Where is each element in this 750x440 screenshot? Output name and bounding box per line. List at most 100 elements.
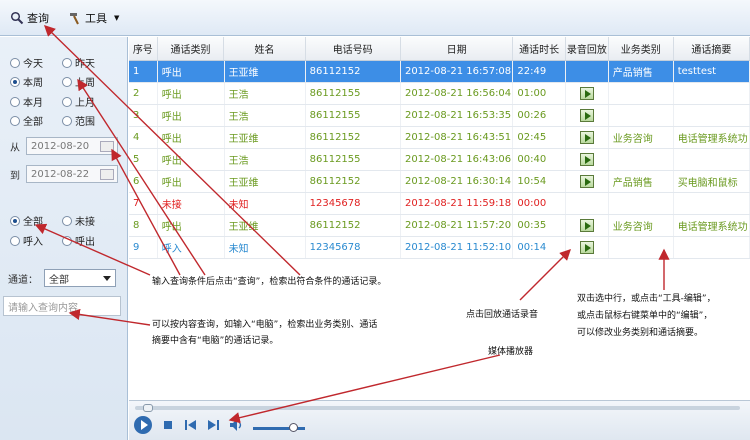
play-icon[interactable] <box>133 415 153 435</box>
call-type-cell: 呼出 <box>158 83 225 104</box>
annotation-edit-line1: 双击选中行，或点击“工具-编辑”， <box>577 294 716 304</box>
date-cell: 2012-08-21 16:57:08 <box>401 61 514 82</box>
calendar-icon[interactable] <box>100 141 114 152</box>
col-playback[interactable]: 录音回放 <box>566 37 609 60</box>
range-last-week-radio[interactable]: 上周 <box>62 74 95 89</box>
play-recording-icon[interactable] <box>579 153 594 166</box>
play-recording-icon[interactable] <box>579 87 594 100</box>
range-this-week-radio[interactable]: 本周 <box>10 74 43 89</box>
col-duration[interactable]: 通话时长 <box>513 37 566 60</box>
name-cell: 王浩 <box>225 105 306 126</box>
col-biz[interactable]: 业务类别 <box>609 37 674 60</box>
query-label: 查询 <box>27 12 49 25</box>
tools-menu-button[interactable]: 工具 ▼ <box>68 8 119 28</box>
toolbar: 查询 工具 ▼ <box>0 0 750 36</box>
stop-icon[interactable] <box>163 420 173 430</box>
play-recording-icon[interactable] <box>579 175 594 188</box>
search-input[interactable]: 请输入查询内容 <box>3 296 121 316</box>
table-row[interactable]: 8 呼出 王亚维 86112152 2012-08-21 11:57:20 00:35 业务… <box>129 215 750 237</box>
col-summary[interactable]: 通话摘要 <box>674 37 750 60</box>
next-icon[interactable] <box>207 420 219 430</box>
to-date-input[interactable]: 2012-08-22 <box>26 165 118 183</box>
date-cell: 2012-08-21 16:30:14 <box>401 171 514 192</box>
table-row[interactable]: 6 呼出 王亚维 86112152 2012-08-21 16:30:14 10:54 产品… <box>129 171 750 193</box>
call-type-cell: 呼出 <box>158 61 225 82</box>
radio-dot <box>10 57 20 68</box>
table-row[interactable]: 9 呼入 未知 12345678 2012-08-21 11:52:10 00:14 <box>129 237 750 259</box>
duration-cell: 00:00 <box>513 193 566 214</box>
annotation-search-line2: 摘要中含有“电脑”的通话记录。 <box>152 336 279 346</box>
play-recording-icon[interactable] <box>579 131 594 144</box>
calendar-icon[interactable] <box>100 169 114 180</box>
from-date-value: 2012-08-20 <box>31 140 90 152</box>
volume-handle[interactable] <box>289 423 298 432</box>
to-label: 到 <box>10 170 20 182</box>
from-date-input[interactable]: 2012-08-20 <box>26 137 118 155</box>
calltype-missed-radio[interactable]: 未接 <box>62 213 95 228</box>
range-last-month-radio[interactable]: 上月 <box>62 94 95 109</box>
calltype-incoming-radio[interactable]: 呼入 <box>10 233 43 248</box>
table-row[interactable]: 5 呼出 王浩 86112155 2012-08-21 16:43:06 00:40 <box>129 149 750 171</box>
col-type[interactable]: 通话类别 <box>158 37 225 60</box>
date-cell: 2012-08-21 11:57:20 <box>401 215 514 236</box>
phone-cell: 86112152 <box>306 215 401 236</box>
range-last-month-label: 上月 <box>75 98 95 109</box>
name-cell: 王浩 <box>225 149 306 170</box>
summary-cell <box>674 237 750 258</box>
biz-category-cell: 业务咨询 <box>609 215 674 236</box>
row-no-cell: 3 <box>129 105 158 126</box>
radio-dot <box>62 57 72 68</box>
call-type-cell: 呼出 <box>158 215 225 236</box>
phone-cell: 12345678 <box>306 237 401 258</box>
call-type-cell: 呼出 <box>158 149 225 170</box>
summary-cell: testtest <box>674 61 750 82</box>
radio-dot <box>62 96 72 107</box>
table-row[interactable]: 3 呼出 王浩 86112155 2012-08-21 16:53:35 00:26 <box>129 105 750 127</box>
play-recording-icon[interactable] <box>579 109 594 122</box>
table-row[interactable]: 4 呼出 王亚维 86112152 2012-08-21 16:43:51 02:45 业务… <box>129 127 750 149</box>
previous-icon[interactable] <box>185 420 197 430</box>
seek-bar[interactable] <box>135 406 740 410</box>
range-this-month-radio[interactable]: 本月 <box>10 94 43 109</box>
duration-cell: 00:26 <box>513 105 566 126</box>
range-today-radio[interactable]: 今天 <box>10 55 43 70</box>
biz-category-cell <box>609 193 674 214</box>
filter-panel: 今天 昨天 本周 上周 本月 上月 全部 范围 从 2012-08-20 到 2… <box>0 37 128 440</box>
col-date[interactable]: 日期 <box>401 37 514 60</box>
channel-select[interactable]: 全部 <box>44 269 116 287</box>
table-row[interactable]: 7 未接 未知 12345678 2012-08-21 11:59:18 00:00 <box>129 193 750 215</box>
play-recording-icon[interactable] <box>579 241 594 254</box>
media-player <box>129 400 750 440</box>
seek-handle[interactable] <box>143 404 153 412</box>
annotation-edit-line2: 或点击鼠标右键菜单中的“编辑”， <box>577 311 713 321</box>
calltype-outgoing-radio[interactable]: 呼出 <box>62 233 95 248</box>
table-row[interactable]: 2 呼出 王浩 86112155 2012-08-21 16:56:04 01:00 <box>129 83 750 105</box>
range-custom-radio[interactable]: 范围 <box>62 113 95 128</box>
playback-cell <box>566 171 609 192</box>
duration-cell: 00:40 <box>513 149 566 170</box>
range-all-radio[interactable]: 全部 <box>10 113 43 128</box>
range-last-week-label: 上周 <box>75 78 95 89</box>
col-phone[interactable]: 电话号码 <box>306 37 401 60</box>
play-recording-icon[interactable] <box>579 219 594 232</box>
annotation-edit-line3: 可以修改业务类别和通话摘要。 <box>577 328 704 338</box>
volume-icon[interactable] <box>229 418 243 432</box>
query-button[interactable]: 查询 <box>10 8 49 28</box>
call-records-grid: 序号 通话类别 姓名 电话号码 日期 通话时长 录音回放 业务类别 通话摘要 1… <box>129 37 750 262</box>
name-cell: 王亚维 <box>225 171 306 192</box>
calltype-all-radio[interactable]: 全部 <box>10 213 43 228</box>
name-cell: 王亚维 <box>225 61 306 82</box>
col-no[interactable]: 序号 <box>129 37 158 60</box>
table-row[interactable]: 1 呼出 王亚维 86112152 2012-08-21 16:57:08 22:49 产品… <box>129 61 750 83</box>
from-label: 从 <box>10 142 20 154</box>
range-yesterday-radio[interactable]: 昨天 <box>62 55 95 70</box>
radio-dot <box>10 115 20 126</box>
col-name[interactable]: 姓名 <box>224 37 306 60</box>
hammer-icon <box>70 13 79 25</box>
calltype-incoming-label: 呼入 <box>23 237 43 248</box>
annotation-query: 输入查询条件后点击“查询”，检索出符合条件的通话记录。 <box>152 277 387 287</box>
playback-cell <box>566 149 609 170</box>
name-cell: 王亚维 <box>225 127 306 148</box>
biz-category-cell <box>609 105 674 126</box>
calltype-all-label: 全部 <box>23 217 43 228</box>
